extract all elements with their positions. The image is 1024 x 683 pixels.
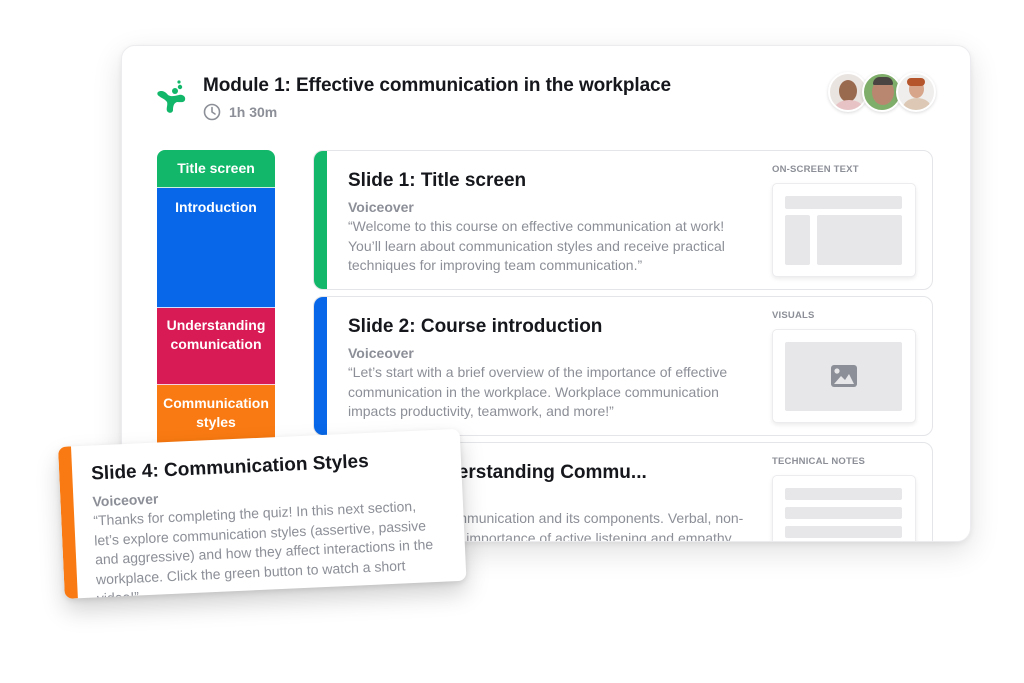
section-understanding-communication[interactable]: Understanding comunication <box>157 308 275 385</box>
collaborator-avatars <box>828 72 936 112</box>
slide-color-bar <box>58 446 78 599</box>
layout-header-placeholder <box>785 196 902 209</box>
layout-sidebar-placeholder <box>785 215 810 265</box>
section-introduction[interactable]: Introduction <box>157 188 275 308</box>
voiceover-text: “Thanks for completing the quiz! In this… <box>93 497 434 599</box>
technical-notes-label: TECHNICAL NOTES <box>772 456 866 467</box>
clock-icon <box>203 103 221 121</box>
voiceover-label: Voiceover <box>348 199 414 215</box>
slide-card-2[interactable]: Slide 2: Course introduction Voiceover “… <box>313 296 933 436</box>
section-title-screen[interactable]: Title screen <box>157 150 275 188</box>
slide-card-1[interactable]: Slide 1: Title screen Voiceover “Welcome… <box>313 150 933 290</box>
slide-title: Slide 4: Communication Styles <box>90 450 370 485</box>
visuals-label: VISUALS <box>772 310 815 321</box>
slide-title: Slide 1: Title screen <box>348 170 527 191</box>
duration: 1h 30m <box>203 103 277 121</box>
floating-slide-card[interactable]: Slide 4: Communication Styles Voiceover … <box>58 428 467 599</box>
voiceover-label: Voiceover <box>348 345 414 361</box>
note-line-placeholder <box>785 526 902 538</box>
module-title: Module 1: Effective communication in the… <box>203 75 671 96</box>
voiceover-text: “Let’s start with a brief overview of th… <box>348 364 728 419</box>
on-screen-text-thumbnail[interactable] <box>772 183 916 277</box>
duration-text: 1h 30m <box>229 104 278 120</box>
section-label: Communication styles <box>163 395 269 430</box>
layout-content-placeholder <box>817 215 902 265</box>
section-label: Title screen <box>177 160 255 176</box>
on-screen-text-label: ON-SCREEN TEXT <box>772 164 859 175</box>
slide-color-bar <box>314 151 327 289</box>
voiceover-label: Voiceover <box>92 490 159 510</box>
slide-color-bar <box>314 297 327 435</box>
image-placeholder <box>785 342 902 411</box>
section-list: Title screen Introduction Understanding … <box>157 150 275 455</box>
voiceover-text: “Welcome to this course on effective com… <box>348 218 725 273</box>
note-line-placeholder <box>785 488 902 500</box>
note-line-placeholder <box>785 507 902 519</box>
technical-notes-thumbnail[interactable] <box>772 475 916 541</box>
section-label: Understanding comunication <box>166 317 266 352</box>
avatar[interactable] <box>896 72 936 112</box>
brand-logo-icon <box>157 80 186 113</box>
image-icon <box>831 365 857 387</box>
visuals-thumbnail[interactable] <box>772 329 916 423</box>
slide-title: Slide 2: Course introduction <box>348 316 603 337</box>
section-label: Introduction <box>175 199 257 215</box>
